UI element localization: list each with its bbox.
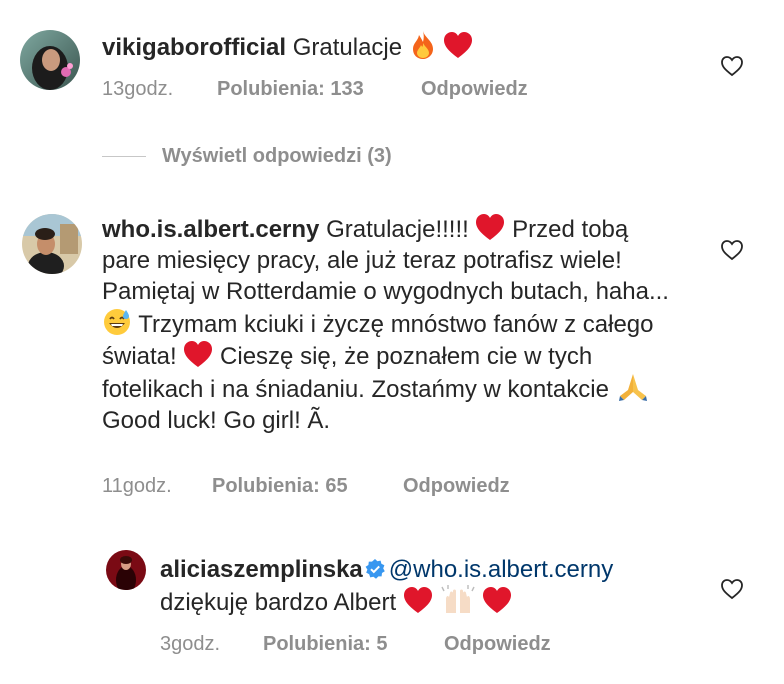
comment-text-part: Cieszę się, że poznałem cie w tych fotel… [102,343,609,403]
comment-likes-count[interactable]: Polubienia: 65 [212,475,403,498]
grinning-sweat-emoji-icon [104,309,130,335]
comment-body: who.is.albert.cerny Gratulacje!!!!! Prze… [102,213,672,436]
replies-divider [102,156,146,158]
comment-vikigaborofficial: vikigaborofficial Gratulacje 13godz. Polu… [0,0,784,120]
raising-hands-emoji-icon [440,585,475,613]
red-heart-emoji-icon [403,587,432,613]
comment-body: vikigaborofficial Gratulacje [102,30,662,63]
red-heart-emoji-icon [483,587,512,613]
folded-hands-emoji-icon [618,374,647,401]
reply-aliciaszemplinska: aliciaszemplinska @who.is.albert.cerny d… [0,540,784,684]
comment-text-part: Good luck! Go girl! Ã. [102,407,331,434]
reply-button[interactable]: Odpowiedz [421,78,528,101]
comment-username[interactable]: vikigaborofficial [102,34,286,61]
like-heart-icon[interactable] [720,238,744,262]
red-heart-emoji-icon [184,341,213,367]
comment-who-is-albert-cerny: who.is.albert.cerny Gratulacje!!!!! Prze… [0,200,784,500]
comment-meta: 3godz. Polubienia: 5 Odpowiedz [160,633,551,656]
mention-link[interactable]: @who.is.albert.cerny [389,556,613,583]
comment-time: 11godz. [102,475,172,497]
comment-text: Gratulacje [292,34,403,61]
red-heart-emoji-icon [476,214,505,240]
comment-meta: 13godz. Polubienia: 133 Odpowiedz [102,78,528,101]
comment-time: 3godz. [160,633,221,655]
comment-text: dziękuję bardzo Albert [160,589,397,616]
reply-button[interactable]: Odpowiedz [403,475,510,498]
comment-likes-count[interactable]: Polubienia: 133 [217,78,421,101]
view-replies-button[interactable]: Wyświetl odpowiedzi (3) [102,145,392,169]
reply-button[interactable]: Odpowiedz [444,633,551,656]
comment-text-part: Gratulacje!!!!! [326,216,469,243]
comment-meta: 11godz. Polubienia: 65 Odpowiedz [102,475,510,498]
fire-emoji-icon [412,31,433,59]
avatar[interactable] [106,550,146,590]
comment-username[interactable]: who.is.albert.cerny [102,216,319,243]
comment-time: 13godz. [102,78,174,100]
avatar[interactable] [22,214,82,274]
avatar[interactable] [20,30,80,90]
comment-username[interactable]: aliciaszemplinska [160,556,363,583]
comment-likes-count[interactable]: Polubienia: 5 [263,633,444,656]
comment-body: aliciaszemplinska @who.is.albert.cerny d… [160,554,720,618]
red-heart-emoji-icon [444,32,473,58]
verified-badge-icon [365,559,385,579]
like-heart-icon[interactable] [720,54,744,78]
view-replies-label[interactable]: Wyświetl odpowiedzi (3) [162,145,392,167]
like-heart-icon[interactable] [720,577,744,601]
